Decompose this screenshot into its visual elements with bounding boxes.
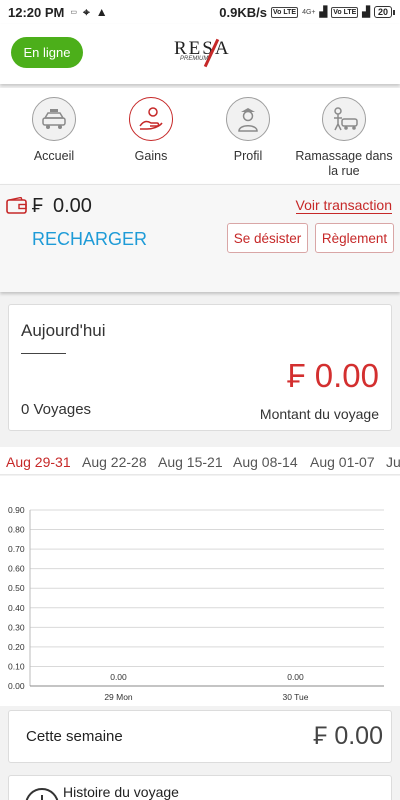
y-tick-label-4: 0.40: [8, 603, 25, 613]
taxi-icon: [32, 97, 76, 141]
network-type: 4G+: [302, 8, 316, 16]
nav-item-accueil[interactable]: Accueil: [4, 88, 104, 184]
x-tick-label-0: 29 Mon: [104, 692, 133, 702]
driver-icon: [226, 97, 270, 141]
street-pickup-icon: [322, 97, 366, 141]
today-amount: ₣ 0.00: [287, 357, 379, 394]
status-time: 12:20 PM: [8, 4, 65, 20]
earnings-chart: 0.00 0.10 0.20 0.30 0.40 0.50 0.60 0.70 0.80 0.90…: [0, 476, 400, 706]
settlement-button[interactable]: Règlement: [315, 223, 394, 253]
today-title: Aujourd'hui: [21, 321, 106, 340]
notification-icon: ▭: [70, 9, 77, 16]
y-tick-label-5: 0.50: [8, 583, 25, 593]
battery-icon: 20: [373, 6, 396, 18]
network-speed: 0.9KB/s: [219, 4, 267, 20]
y-tick-label-2: 0.20: [8, 642, 25, 652]
nav-label-accueil: Accueil: [33, 149, 75, 163]
clock-icon: [25, 788, 59, 800]
wallet-balance: 0.00: [53, 195, 92, 217]
status-bar: 12:20 PM ▭ ⌖ ▲ 0.9KB/s Vo LTE 4G+ ▟ Vo L…: [0, 0, 400, 24]
week-tab-4[interactable]: Aug 01-07: [310, 454, 375, 470]
trip-history-card[interactable]: Histoire du voyage: [8, 775, 392, 800]
resa-premium-logo: RESA PREMIUM: [172, 38, 229, 68]
view-transactions-link[interactable]: Voir transaction: [295, 197, 392, 214]
location-icon: ⌖: [83, 4, 90, 19]
y-tick-label-9: 0.90: [8, 505, 25, 515]
y-tick-label-6: 0.60: [8, 564, 25, 574]
nav-item-ramassage[interactable]: Ramassage dans la rue: [294, 88, 394, 184]
wallet-panel: ₣ 0.00 Voir transaction RECHARGER Se dés…: [0, 184, 400, 292]
nav-label-gains: Gains: [134, 149, 168, 163]
week-tab-1[interactable]: Aug 22-28: [82, 454, 147, 470]
week-tab-0[interactable]: Aug 29-31: [6, 454, 71, 470]
week-total-title: Cette semaine: [26, 728, 123, 745]
y-tick-label-1: 0.10: [8, 661, 25, 671]
today-card: Aujourd'hui ₣ 0.00 0 Voyages Montant du …: [8, 304, 392, 431]
chart-svg: 0.00 0.10 0.20 0.30 0.40 0.50 0.60 0.70 0.80 0.90…: [8, 505, 384, 702]
week-tab-2[interactable]: Aug 15-21: [158, 454, 223, 470]
app-header: En ligne RESA PREMIUM: [0, 24, 400, 84]
volte-badge-1: Vo LTE: [270, 6, 299, 18]
x-tick-label-1: 30 Tue: [283, 692, 309, 702]
main-nav: Accueil Gains Profil Ramassage dans la r…: [0, 88, 400, 184]
volte-badge-2: Vo LTE: [331, 6, 359, 18]
wallet-icon: [6, 196, 28, 220]
signal-icon-2: ▟: [362, 6, 370, 18]
week-tab-3[interactable]: Aug 08-14: [233, 454, 298, 470]
y-tick-label-0: 0.00: [8, 681, 25, 691]
online-status-button[interactable]: En ligne: [11, 37, 83, 68]
signal-icon: ▟: [319, 6, 328, 18]
week-total-amount: ₣ 0.00: [313, 722, 383, 750]
today-divider: [21, 353, 66, 354]
recharge-button[interactable]: RECHARGER: [32, 229, 147, 250]
wallet-currency: ₣: [32, 195, 44, 217]
nav-item-profil[interactable]: Profil: [198, 88, 298, 184]
today-trips: 0 Voyages: [21, 401, 92, 418]
y-tick-label-7: 0.70: [8, 544, 25, 554]
data-label-1: 0.00: [287, 672, 304, 682]
hand-coin-icon: [129, 97, 173, 141]
week-tabs: Aug 29-31 Aug 22-28 Aug 15-21 Aug 08-14 …: [0, 447, 400, 475]
today-caption: Montant du voyage: [259, 406, 379, 422]
trip-history-label: Histoire du voyage: [63, 784, 179, 800]
week-tab-5[interactable]: Ju: [386, 454, 400, 470]
nav-item-gains[interactable]: Gains: [101, 88, 201, 184]
warning-icon: ▲: [95, 5, 108, 19]
data-label-0: 0.00: [110, 672, 127, 682]
y-tick-label-8: 0.80: [8, 525, 25, 535]
y-tick-label-3: 0.30: [8, 622, 25, 632]
nav-label-profil: Profil: [233, 149, 263, 163]
nav-label-ramassage: Ramassage dans la rue: [295, 149, 393, 178]
withdraw-button[interactable]: Se désister: [227, 223, 308, 253]
week-total-card: Cette semaine ₣ 0.00: [8, 710, 392, 763]
